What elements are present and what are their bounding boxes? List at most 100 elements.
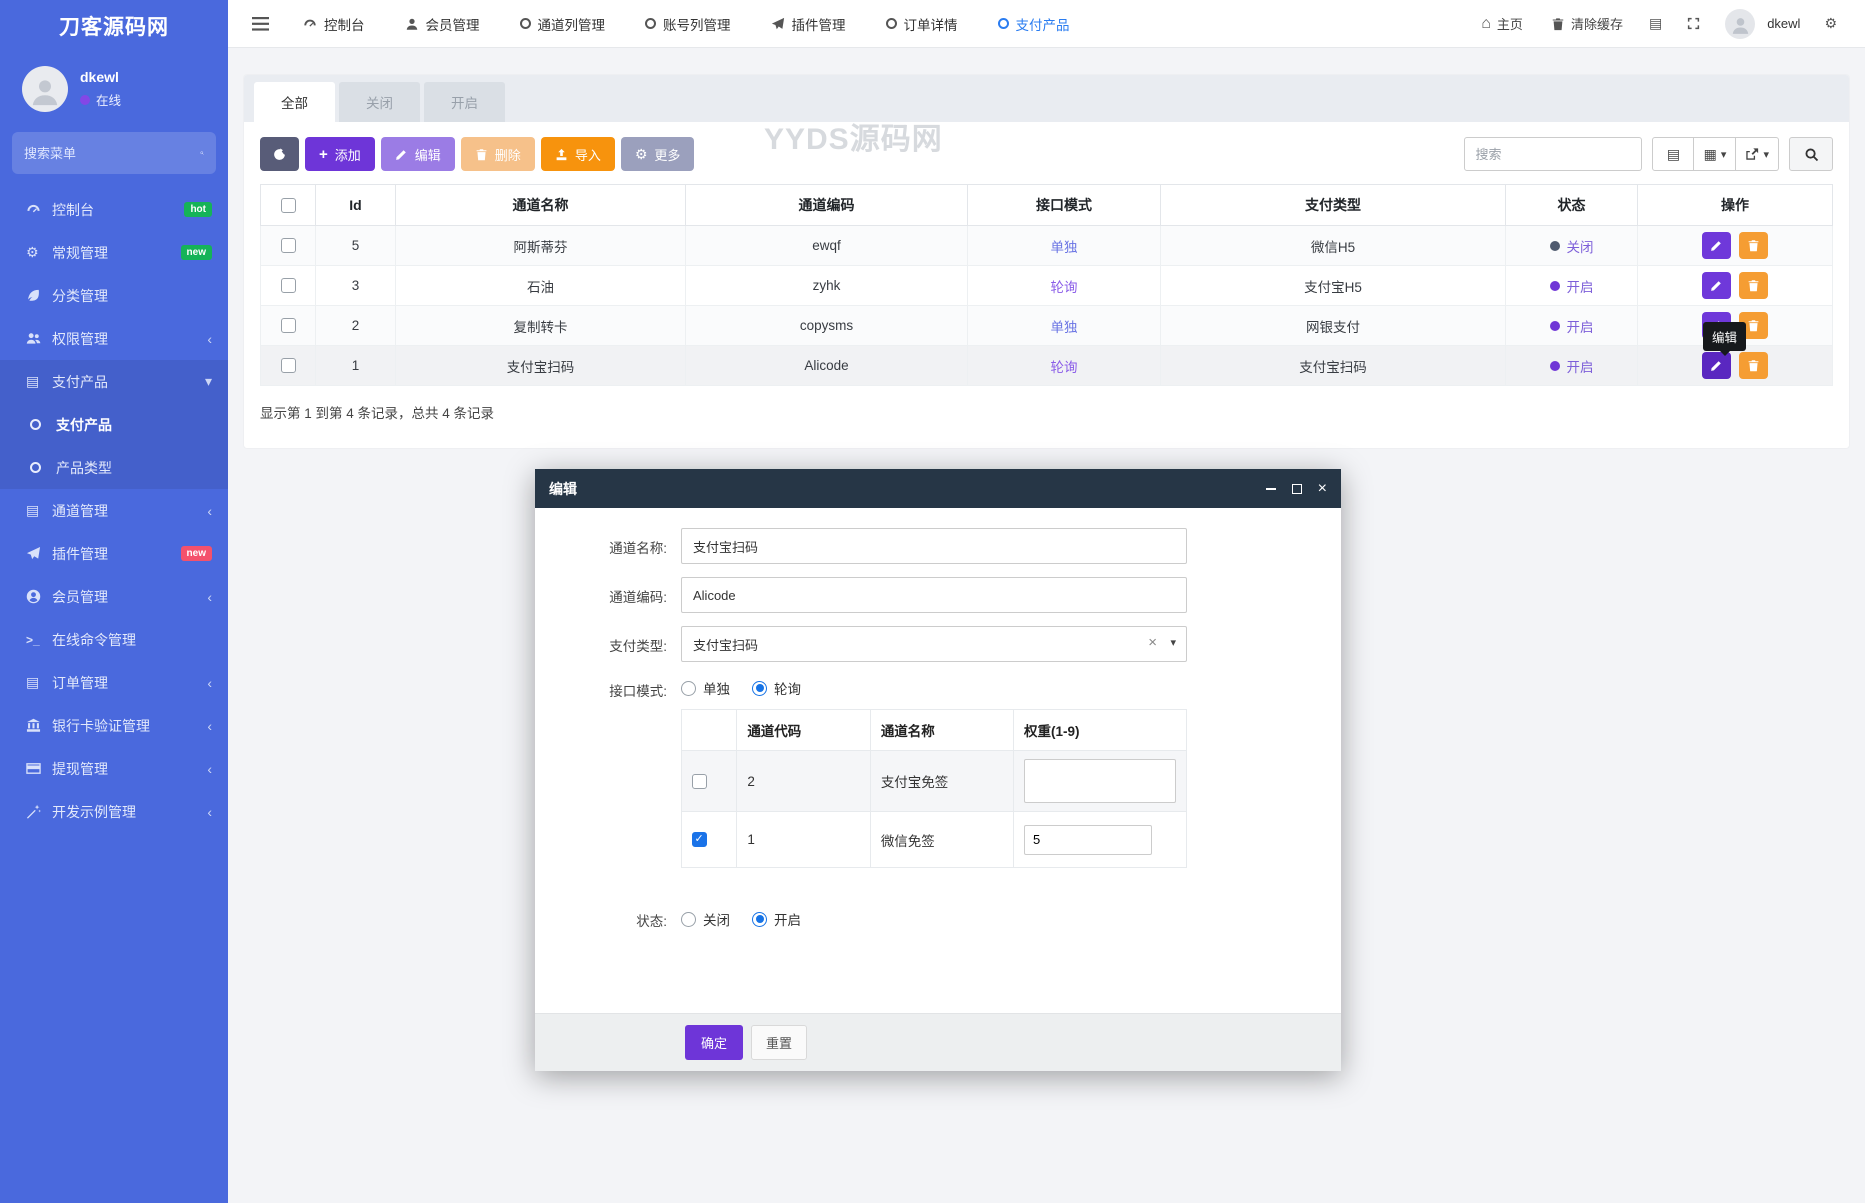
row-delete-button[interactable] <box>1739 232 1768 259</box>
col-pay-type[interactable]: 支付类型 <box>1161 185 1506 226</box>
radio-icon[interactable] <box>752 912 767 927</box>
sidebar-item-plugins[interactable]: 插件管理 new <box>0 532 228 575</box>
export-button[interactable]: ▾ <box>1736 137 1779 171</box>
more-button[interactable]: ⚙ 更多 <box>621 137 695 171</box>
select-all-checkbox[interactable] <box>281 198 296 213</box>
caret-down-icon[interactable]: ▾ <box>1170 636 1176 649</box>
table-search-input[interactable] <box>1464 137 1642 171</box>
radio-status-closed[interactable]: 关闭 <box>681 909 730 929</box>
col-channel-code[interactable]: 通道编码 <box>686 185 968 226</box>
menu-toggle-icon[interactable] <box>238 17 283 31</box>
radio-icon[interactable] <box>681 681 696 696</box>
row-edit-button[interactable] <box>1702 352 1731 379</box>
tab-closed[interactable]: 关闭 <box>339 82 420 122</box>
col-status[interactable]: 状态 <box>1506 185 1638 226</box>
sidebar-item-bankcard-verify[interactable]: 银行卡验证管理 ‹ <box>0 704 228 747</box>
sidebar-item-orders[interactable]: ▤ 订单管理 ‹ <box>0 661 228 704</box>
mode-link[interactable]: 单独 <box>1051 240 1078 255</box>
radio-mode-poll[interactable]: 轮询 <box>752 678 801 698</box>
chevron-left-icon: ‹ <box>207 675 212 691</box>
log-icon[interactable]: ▤ <box>1639 15 1672 32</box>
clear-icon[interactable]: × <box>1148 634 1157 651</box>
clear-cache-button[interactable]: 清除缓存 <box>1539 14 1635 33</box>
tab-open[interactable]: 开启 <box>424 82 505 122</box>
radio-icon[interactable] <box>752 681 767 696</box>
modal-header[interactable]: 编辑 × <box>535 469 1341 508</box>
settings-gear-icon[interactable]: ⚙ <box>1814 15 1847 32</box>
sidebar-item-dashboard[interactable]: 控制台 hot <box>0 188 228 231</box>
channel-code-input[interactable] <box>681 577 1187 613</box>
col-channel-name[interactable]: 通道名称 <box>396 185 686 226</box>
mode-link[interactable]: 轮询 <box>1051 360 1078 375</box>
avatar[interactable] <box>1725 9 1755 39</box>
sidebar-item-category[interactable]: 分类管理 <box>0 274 228 317</box>
weight-input[interactable] <box>1024 825 1152 855</box>
topnav-members[interactable]: 会员管理 <box>385 0 500 48</box>
topnav-order-detail[interactable]: 订单详情 <box>866 0 978 48</box>
minimize-icon[interactable] <box>1266 488 1276 490</box>
sidebar-item-dev-examples[interactable]: 开发示例管理 ‹ <box>0 790 228 833</box>
records-summary: 显示第 1 到第 4 条记录，总共 4 条记录 <box>260 402 1833 422</box>
row-checkbox[interactable] <box>281 358 296 373</box>
radio-status-open[interactable]: 开启 <box>752 909 801 929</box>
trash-icon <box>1551 17 1565 31</box>
home-link[interactable]: ⌂ 主页 <box>1469 14 1535 33</box>
weight-input[interactable] <box>1024 759 1176 803</box>
channel-name-input[interactable] <box>681 528 1187 564</box>
cell-type: 支付宝扫码 <box>1161 346 1506 386</box>
radio-mode-single[interactable]: 单独 <box>681 678 730 698</box>
row-checkbox[interactable] <box>281 238 296 253</box>
sidebar-subitem-product-type[interactable]: 产品类型 <box>0 446 228 489</box>
sidebar-item-channel[interactable]: ▤ 通道管理 ‹ <box>0 489 228 532</box>
sidebar-item-general[interactable]: ⚙ 常规管理 new <box>0 231 228 274</box>
col-interface-mode[interactable]: 接口模式 <box>968 185 1161 226</box>
refresh-button[interactable] <box>260 137 299 171</box>
tab-all[interactable]: 全部 <box>254 82 335 122</box>
search-button[interactable] <box>1789 137 1833 171</box>
topnav-plugins[interactable]: 插件管理 <box>751 0 866 48</box>
mode-link[interactable]: 轮询 <box>1051 280 1078 295</box>
confirm-button[interactable]: 确定 <box>685 1025 743 1060</box>
row-delete-button[interactable] <box>1739 272 1768 299</box>
cell-code: ewqf <box>686 226 968 266</box>
row-edit-button[interactable] <box>1702 272 1731 299</box>
pay-type-select[interactable]: × ▾ <box>681 626 1187 662</box>
reset-button[interactable]: 重置 <box>751 1025 807 1060</box>
import-button[interactable]: 导入 <box>541 137 615 171</box>
topnav-account-list[interactable]: 账号列管理 <box>625 0 751 48</box>
row-edit-button[interactable] <box>1702 232 1731 259</box>
radio-icon[interactable] <box>681 912 696 927</box>
topnav-channel-list[interactable]: 通道列管理 <box>500 0 626 48</box>
fullscreen-icon[interactable] <box>1676 16 1711 31</box>
sidebar-item-pay-products[interactable]: ▤ 支付产品 ▾ <box>0 360 228 403</box>
row-checkbox[interactable] <box>692 832 707 847</box>
row-checkbox[interactable] <box>281 318 296 333</box>
row-checkbox[interactable] <box>692 774 707 789</box>
sidebar-subitem-pay-products[interactable]: 支付产品 <box>0 403 228 446</box>
topnav-pay-products[interactable]: 支付产品 <box>978 0 1090 48</box>
sidebar-search[interactable] <box>12 132 216 174</box>
edit-button[interactable]: 编辑 <box>381 137 455 171</box>
panel: 全部 关闭 开启 YYDS源码网 + 添加 编辑 <box>244 75 1849 448</box>
columns-button[interactable]: ▦ ▾ <box>1694 137 1736 171</box>
detail-view-button[interactable]: ▤ <box>1652 137 1694 171</box>
row-checkbox[interactable] <box>281 278 296 293</box>
maximize-icon[interactable] <box>1292 484 1302 494</box>
pay-type-value[interactable] <box>681 626 1187 662</box>
topbar-username[interactable]: dkewl <box>1767 16 1800 31</box>
row-delete-button[interactable] <box>1739 352 1768 379</box>
topnav-dashboard[interactable]: 控制台 <box>283 0 385 48</box>
delete-button[interactable]: 删除 <box>461 137 535 171</box>
sidebar-item-online-command[interactable]: >_ 在线命令管理 <box>0 618 228 661</box>
sidebar-item-withdraw[interactable]: 提现管理 ‹ <box>0 747 228 790</box>
mode-link[interactable]: 单独 <box>1051 320 1078 335</box>
user-circle-icon <box>26 589 52 604</box>
col-id[interactable]: Id <box>316 185 396 226</box>
sidebar-item-permission[interactable]: 权限管理 ‹ <box>0 317 228 360</box>
sidebar-search-input[interactable] <box>24 146 200 161</box>
add-button[interactable]: + 添加 <box>305 137 375 171</box>
avatar[interactable] <box>22 66 68 112</box>
close-icon[interactable]: × <box>1318 481 1327 497</box>
sidebar-item-members[interactable]: 会员管理 ‹ <box>0 575 228 618</box>
field-label: 通道名称: <box>563 535 681 557</box>
